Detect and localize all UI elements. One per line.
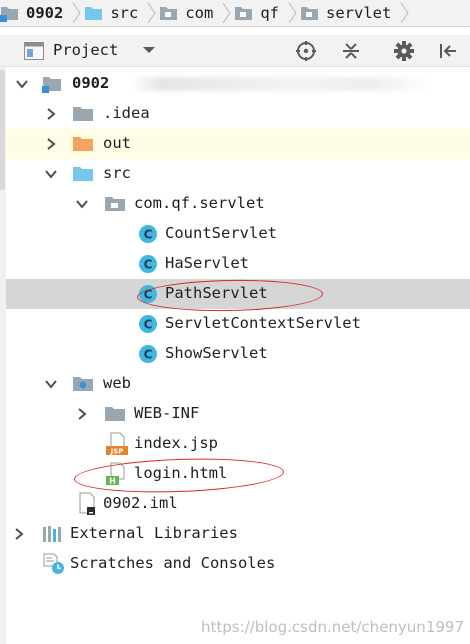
scratches-icon [43,553,64,574]
module-folder-icon [42,77,61,93]
tree-row-login-html[interactable]: H login.html [6,459,470,489]
redacted-path [130,77,430,91]
tree-row-class[interactable]: C ShowServlet [6,339,470,369]
tree-label: WEB-INF [134,404,200,422]
hide-icon[interactable] [437,40,459,62]
tree-row-class[interactable]: C ServletContextServlet [6,309,470,339]
html-file-icon: H [106,462,125,486]
chevron-right-icon[interactable] [44,107,58,121]
chevron-right-icon[interactable] [75,407,89,421]
web-folder-icon [73,377,93,391]
breadcrumb-label: 0902 [26,4,64,22]
package-icon [105,197,125,211]
project-view-selector[interactable]: Project [53,41,118,59]
locate-icon[interactable] [295,40,317,62]
java-class-icon: C [139,225,157,243]
breadcrumb-separator-icon [72,2,82,24]
tree-row-class[interactable]: C HaServlet [6,249,470,279]
tree-label: Scratches and Consoles [70,554,276,572]
breadcrumb-item-src[interactable]: src [84,0,138,26]
tree-row-out[interactable]: out [6,129,470,159]
svg-text:C: C [144,348,153,362]
breadcrumb-separator-icon [288,2,297,24]
tree-row-scratches[interactable]: Scratches and Consoles [6,549,470,579]
chevron-right-icon[interactable] [44,137,58,151]
gear-icon[interactable] [393,40,415,62]
tree-label: 0902.iml [103,494,178,512]
tree-row-index-jsp[interactable]: JSP index.jsp [6,429,470,459]
breadcrumb-separator-icon [400,2,410,24]
tree-label: out [103,134,131,152]
chevron-right-icon[interactable] [12,527,26,541]
source-folder-icon [85,7,103,20]
tree-row-package[interactable]: com.qf.servlet [6,189,470,219]
breadcrumb-separator-icon [147,2,157,24]
tree-row-class[interactable]: C CountServlet [6,219,470,249]
breadcrumb-label: com [185,4,214,22]
package-icon [160,7,178,20]
library-icon [43,526,61,542]
module-folder-icon [0,7,18,22]
tree-label: login.html [134,464,228,482]
tree-row-web-inf[interactable]: WEB-INF [6,399,470,429]
tree-label: web [103,374,131,392]
tree-label: ServletContextServlet [165,314,361,332]
svg-text:C: C [144,228,153,242]
breadcrumb-item-servlet[interactable]: servlet [300,0,391,26]
tree-label: src [103,164,131,182]
breadcrumb-label: src [110,4,139,22]
tree-row-idea[interactable]: .idea [6,99,470,129]
tree-label: HaServlet [165,254,249,272]
excluded-folder-icon [73,137,93,151]
breadcrumb-separator-icon [222,2,232,24]
collapse-all-icon[interactable] [340,40,362,62]
project-toolwindow-header: Project [0,35,470,66]
navigation-breadcrumb: 0902 src com qf servlet [0,0,470,27]
breadcrumb-label: servlet [326,4,392,22]
tree-label: PathServlet [165,284,268,302]
chevron-down-icon[interactable] [142,45,156,55]
source-folder-icon [73,167,93,181]
svg-text:C: C [144,318,153,332]
tree-row-src[interactable]: src [6,159,470,189]
tree-label: .idea [103,104,150,122]
tree-label: External Libraries [70,524,238,542]
folder-icon [105,407,125,421]
package-icon [301,7,318,20]
tree-row-web[interactable]: web [6,369,470,399]
tree-row-class-selected[interactable]: C PathServlet [6,279,470,309]
chevron-down-icon[interactable] [44,167,58,181]
chevron-down-icon[interactable] [75,197,89,211]
svg-text:C: C [144,258,153,272]
folder-icon [73,107,93,121]
java-class-icon: C [139,255,157,273]
tree-row-iml[interactable]: 0902.iml [6,489,470,519]
breadcrumb-item-0902[interactable]: 0902 [0,0,63,26]
watermark-text: https://blog.csdn.net/chenyun1997 [200,618,464,636]
tree-label: com.qf.servlet [134,194,265,212]
tree-row-root-0902[interactable]: 0902 [6,69,470,99]
project-window-icon [24,42,44,60]
tree-label: ShowServlet [165,344,268,362]
java-class-icon: C [139,315,157,333]
tree-label: index.jsp [134,434,218,452]
java-class-icon: C [139,345,157,363]
package-icon [235,7,253,20]
chevron-down-icon[interactable] [44,377,58,391]
java-class-icon: C [139,285,157,303]
tree-row-external-libraries[interactable]: External Libraries [6,519,470,549]
breadcrumb-item-com[interactable]: com [159,0,213,26]
tree-label: CountServlet [165,224,277,242]
svg-text:JSP: JSP [110,448,124,456]
breadcrumb-label: qf [260,4,279,22]
breadcrumb-item-qf[interactable]: qf [234,0,279,26]
tree-label: 0902 [72,74,110,92]
chevron-down-icon[interactable] [15,77,29,91]
scrollbar-thumb[interactable] [0,70,5,190]
svg-text:C: C [144,288,153,302]
header-divider [0,66,470,67]
iml-file-icon [79,492,95,515]
svg-text:H: H [109,477,116,486]
jsp-file-icon: JSP [106,432,128,456]
